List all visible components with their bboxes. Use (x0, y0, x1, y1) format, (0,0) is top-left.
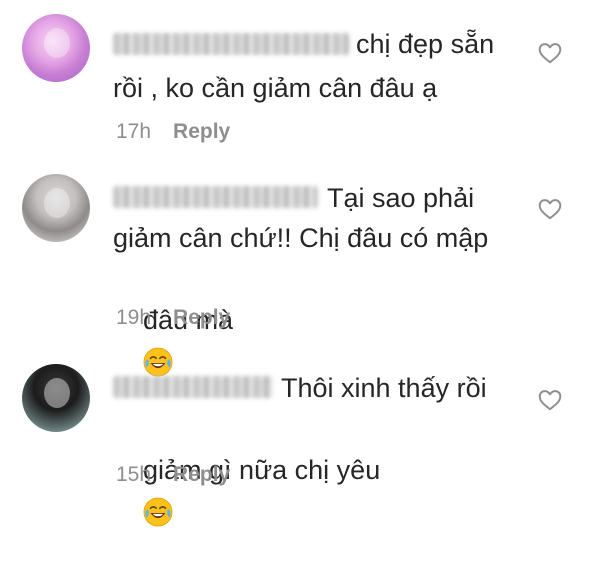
avatar[interactable] (22, 174, 90, 242)
comment-item: Tại sao phải giảm cân chứ!! Chị đâu có m… (0, 160, 600, 377)
avatar[interactable] (22, 364, 90, 432)
heart-outline-icon[interactable] (537, 40, 563, 66)
comment-time: 19h (116, 306, 152, 329)
comment-meta: 15h Reply (116, 463, 230, 487)
comment-text-line: chị đẹp sẵn (356, 29, 495, 59)
comment-meta: 19h Reply (116, 306, 230, 330)
username-blurred[interactable] (113, 33, 349, 55)
heart-outline-icon[interactable] (537, 387, 563, 413)
username-blurred[interactable] (113, 186, 318, 208)
comment-text-line: Tại sao phải (327, 183, 475, 213)
reply-button[interactable]: Reply (173, 306, 230, 329)
comment-time: 17h (116, 120, 152, 143)
comment-item: chị đẹp sẵn rồi , ko cần giảm cân đâu ạ … (0, 0, 600, 160)
reply-button[interactable]: Reply (173, 120, 230, 143)
heart-outline-icon[interactable] (537, 196, 563, 222)
username-blurred[interactable] (113, 376, 273, 398)
avatar[interactable] (22, 14, 90, 82)
comment-meta: 17h Reply (116, 120, 230, 144)
comment-text-line: rồi , ko cần giảm cân đâu ạ (113, 73, 438, 103)
comment-item: Thôi xinh thấy rồi giảm gì nữa chị yêu 1… (0, 350, 600, 527)
comment-text-line: giảm gì nữa chị yêu (113, 404, 380, 580)
comment-time: 15h (116, 463, 152, 486)
reply-button[interactable]: Reply (173, 463, 230, 486)
